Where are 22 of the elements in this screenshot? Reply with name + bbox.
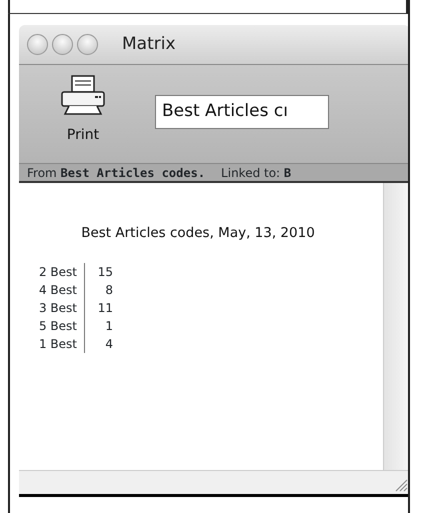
row-label: 2 Best xyxy=(25,263,85,282)
zoom-button[interactable] xyxy=(77,34,98,55)
window-title: Matrix xyxy=(122,32,176,56)
row-value: 1 xyxy=(104,318,113,336)
row-value: 15 xyxy=(96,264,113,282)
row-label: 4 Best xyxy=(25,281,85,300)
minimize-button[interactable] xyxy=(52,34,73,55)
text-field[interactable]: Best Articles cı xyxy=(155,95,329,129)
row-label: 1 Best xyxy=(25,335,85,354)
source-text: From Best Articles codes. xyxy=(27,164,206,181)
linked-to-text: Linked to: B xyxy=(221,164,292,181)
row-value: 8 xyxy=(104,282,113,300)
scroll-bar[interactable] xyxy=(383,183,410,470)
printer-icon[interactable] xyxy=(59,75,107,117)
print-label[interactable]: Print xyxy=(66,125,100,146)
resize-grip-icon[interactable] xyxy=(394,478,408,492)
close-button[interactable] xyxy=(27,34,48,55)
document-title: Best Articles codes, May, 13, 2010 xyxy=(80,224,316,243)
row-label: 3 Best xyxy=(25,299,85,318)
row-value: 11 xyxy=(96,300,113,318)
row-value: 4 xyxy=(104,336,113,354)
row-label: 5 Best xyxy=(25,317,85,336)
